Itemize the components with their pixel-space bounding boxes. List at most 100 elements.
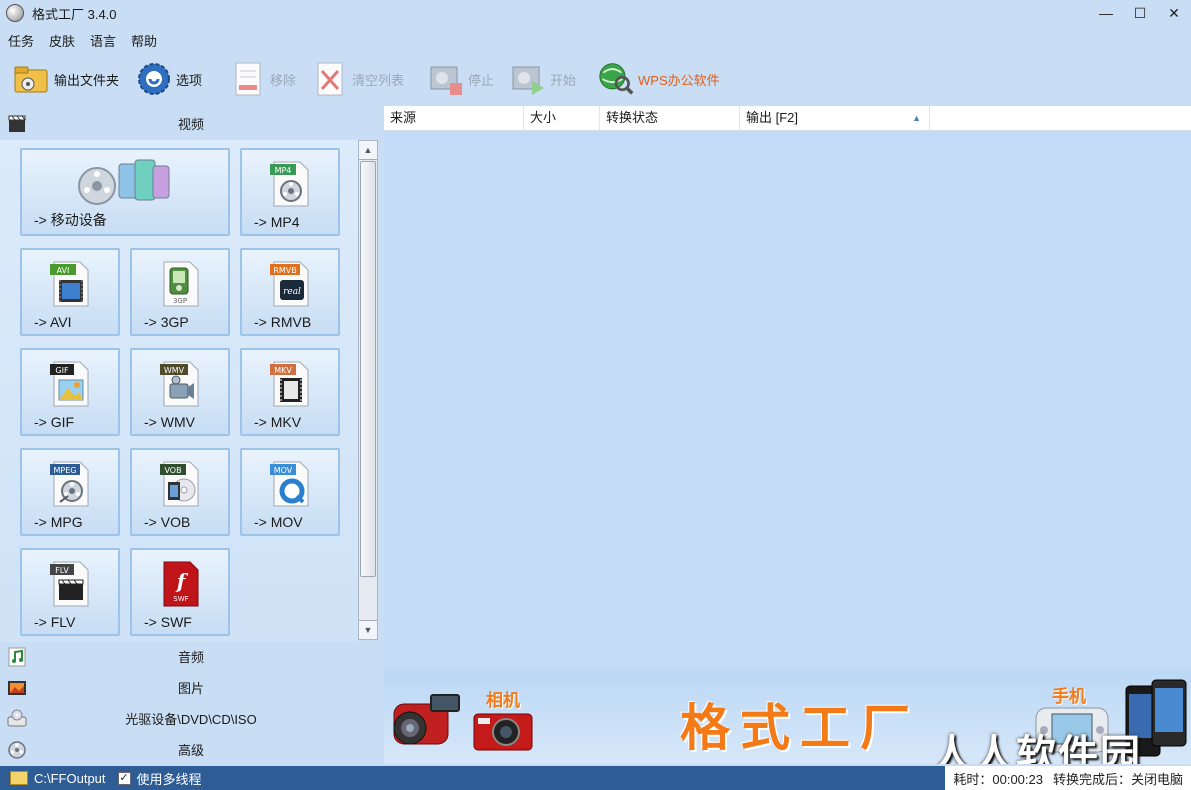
clapperboard-icon xyxy=(7,114,27,134)
remove-icon xyxy=(230,61,266,97)
svg-text:real: real xyxy=(283,287,301,297)
tile-mpg[interactable]: MPEG -> MPG xyxy=(20,448,120,536)
start-button[interactable]: 开始 xyxy=(510,56,576,102)
rmvb-icon: RMVB real xyxy=(268,260,312,308)
mov-icon: MOV xyxy=(268,460,312,508)
maximize-button[interactable]: ☐ xyxy=(1123,0,1157,26)
tile-avi[interactable]: AVI -> AVI xyxy=(20,248,120,336)
app-logo-icon xyxy=(6,4,24,22)
svg-text:WMV: WMV xyxy=(164,366,185,375)
svg-text:MKV: MKV xyxy=(274,366,292,375)
banner-camera-label: 相机 xyxy=(486,691,520,710)
banner-title: 格式工厂 xyxy=(680,699,920,757)
picture-icon xyxy=(7,678,27,698)
svg-text:FLV: FLV xyxy=(55,566,69,575)
scroll-down-icon[interactable]: ▼ xyxy=(359,620,377,639)
tile-wmv[interactable]: WMV -> WMV xyxy=(130,348,230,436)
gear-icon xyxy=(136,61,172,97)
wmv-icon: WMV xyxy=(158,360,202,408)
category-audio[interactable]: 音频 xyxy=(0,641,382,671)
svg-text:AVI: AVI xyxy=(57,266,70,275)
music-note-icon xyxy=(7,647,27,667)
title-bar: 格式工厂 3.4.0 — ☐ ✕ xyxy=(0,0,1191,26)
window-title: 格式工厂 3.4.0 xyxy=(32,6,117,22)
swf-icon: f SWF xyxy=(158,560,202,608)
promo-banner[interactable]: 相机 格式工厂 手机 人人软件园 xyxy=(384,670,1191,764)
task-list-header: 来源 大小 转换状态 输出 [F2] ▲ xyxy=(384,106,1191,131)
tile-mobile-device[interactable]: -> 移动设备 xyxy=(20,148,230,236)
menu-task[interactable]: 任务 xyxy=(0,31,41,50)
camera-icon xyxy=(473,713,533,751)
start-icon xyxy=(510,61,546,97)
category-image[interactable]: 图片 xyxy=(0,672,382,702)
status-info: 耗时：00:00:23 转换完成后：关闭电脑 xyxy=(945,766,1191,790)
wps-office-link[interactable]: WPS办公软件 xyxy=(598,56,720,102)
vob-icon: VOB xyxy=(158,460,202,508)
category-disc[interactable]: 光驱设备\DVD\CD\ISO xyxy=(0,703,382,733)
output-folder-icon[interactable] xyxy=(10,771,28,785)
tile-swf[interactable]: f SWF -> SWF xyxy=(130,548,230,636)
category-advanced[interactable]: 高级 xyxy=(0,734,382,764)
clear-list-button[interactable]: 清空列表 xyxy=(312,56,404,102)
svg-text:GIF: GIF xyxy=(55,366,69,375)
task-list[interactable]: 来源 大小 转换状态 输出 [F2] ▲ xyxy=(384,106,1191,670)
menu-language[interactable]: 语言 xyxy=(82,31,123,50)
scroll-thumb[interactable] xyxy=(360,161,376,577)
scroll-up-icon[interactable]: ▲ xyxy=(359,141,377,160)
remove-button[interactable]: 移除 xyxy=(230,56,296,102)
tile-vob[interactable]: VOB -> VOB xyxy=(130,448,230,536)
mpg-icon: MPEG xyxy=(48,460,92,508)
svg-text:RMVB: RMVB xyxy=(273,266,296,275)
svg-text:MPEG: MPEG xyxy=(54,466,77,475)
after-done-setting[interactable]: 转换完成后：关闭电脑 xyxy=(1053,769,1183,788)
svg-text:VOB: VOB xyxy=(164,466,181,475)
options-button[interactable]: 选项 xyxy=(136,56,202,102)
svg-text:3GP: 3GP xyxy=(173,297,187,305)
svg-text:SWF: SWF xyxy=(173,595,188,603)
column-size[interactable]: 大小 xyxy=(524,106,600,130)
menu-skin[interactable]: 皮肤 xyxy=(41,31,82,50)
output-folder-button[interactable]: 输出文件夹 xyxy=(14,56,119,102)
3gp-icon: 3GP xyxy=(158,260,202,308)
svg-text:MP4: MP4 xyxy=(275,166,292,175)
minimize-button[interactable]: — xyxy=(1089,0,1123,26)
multithread-checkbox[interactable]: ✓ xyxy=(117,771,131,785)
tile-rmvb[interactable]: RMVB real -> RMVB xyxy=(240,248,340,336)
toolbar: 输出文件夹 选项 移除 清空列表 停止 开始 WPS办公软件 xyxy=(0,56,1191,102)
stop-icon xyxy=(428,61,464,97)
close-button[interactable]: ✕ xyxy=(1157,0,1191,26)
tile-mp4[interactable]: MP4 -> MP4 xyxy=(240,148,340,236)
tile-flv[interactable]: FLV -> FLV xyxy=(20,548,120,636)
mobile-device-icon xyxy=(75,158,175,208)
flv-icon: FLV xyxy=(48,560,92,608)
elapsed-time: 耗时：00:00:23 xyxy=(953,771,1043,787)
clear-list-icon xyxy=(312,61,348,97)
mp4-icon: MP4 xyxy=(268,160,312,208)
multithread-label[interactable]: 使用多线程 xyxy=(137,769,202,788)
output-path[interactable]: C:\FFOutput xyxy=(34,771,106,786)
category-video[interactable]: 视频 xyxy=(0,108,382,138)
video-format-grid: -> 移动设备 MP4 -> MP4 AVI -> AVI 3GP -> 3GP… xyxy=(0,140,358,642)
camcorder-icon xyxy=(393,694,460,745)
avi-icon: AVI xyxy=(48,260,92,308)
column-source[interactable]: 来源 xyxy=(384,106,524,130)
category-panel: 视频 -> 移动设备 MP4 -> MP4 AVI -> AVI 3GP -> … xyxy=(0,106,382,764)
tile-mov[interactable]: MOV -> MOV xyxy=(240,448,340,536)
disc-drive-icon xyxy=(7,709,27,729)
menu-bar: 任务 皮肤 语言 帮助 xyxy=(0,28,164,52)
column-output[interactable]: 输出 [F2] ▲ xyxy=(740,106,930,130)
stop-button[interactable]: 停止 xyxy=(428,56,494,102)
reel-icon xyxy=(7,740,27,760)
mkv-icon: MKV xyxy=(268,360,312,408)
window-controls: — ☐ ✕ xyxy=(1089,0,1191,26)
folder-icon xyxy=(14,61,50,97)
column-status[interactable]: 转换状态 xyxy=(600,106,740,130)
menu-help[interactable]: 帮助 xyxy=(123,31,164,50)
svg-text:MOV: MOV xyxy=(274,466,293,475)
column-filler xyxy=(930,106,1191,130)
grid-scrollbar[interactable]: ▲ ▼ xyxy=(358,140,378,640)
tile-mkv[interactable]: MKV -> MKV xyxy=(240,348,340,436)
gif-icon: GIF xyxy=(48,360,92,408)
tile-gif[interactable]: GIF -> GIF xyxy=(20,348,120,436)
tile-3gp[interactable]: 3GP -> 3GP xyxy=(130,248,230,336)
